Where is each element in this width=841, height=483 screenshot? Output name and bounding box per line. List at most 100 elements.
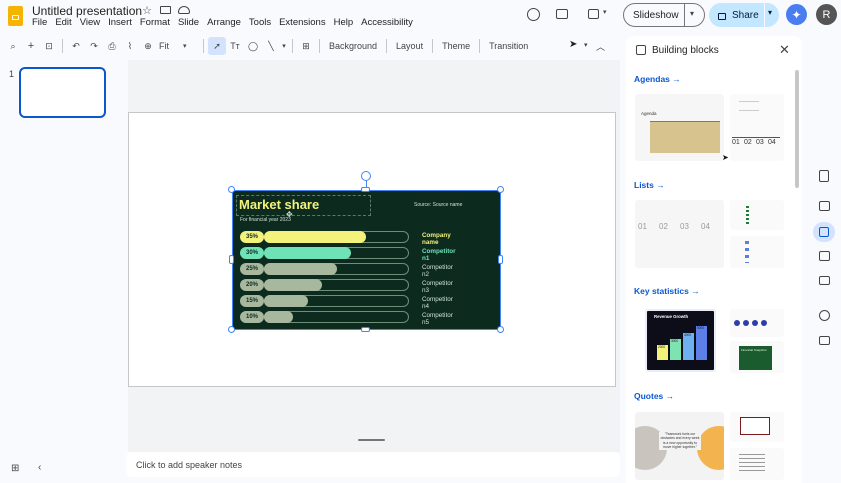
lists-thumbnail-alt2[interactable] xyxy=(730,236,784,268)
search-menus-icon[interactable]: ⌕ xyxy=(4,37,22,55)
section-lists[interactable]: Lists → xyxy=(634,180,665,190)
share-label: Share xyxy=(732,9,759,21)
new-slide-dropdown-icon[interactable]: ⊡ xyxy=(40,37,58,55)
meet-side-icon[interactable] xyxy=(819,336,830,345)
menu-file[interactable]: File xyxy=(32,17,47,28)
agenda-thumbnail-alt[interactable]: 01 02 03 04 xyxy=(730,94,784,161)
resize-handle[interactable] xyxy=(361,327,370,332)
grid-view-icon[interactable]: ⊞ xyxy=(11,463,19,474)
stats-value: 2000 xyxy=(658,345,666,349)
menu-view[interactable]: View xyxy=(80,17,100,28)
layout-button[interactable]: Layout xyxy=(391,37,428,55)
transition-button[interactable]: Transition xyxy=(484,37,533,55)
collapse-toolbar-icon[interactable]: ︿ xyxy=(596,40,605,53)
agenda-number: 03 xyxy=(756,139,764,146)
notes-resize-handle[interactable] xyxy=(358,439,385,441)
keep-icon[interactable] xyxy=(819,170,829,182)
row-label: Competitor n3 xyxy=(422,280,453,294)
panel-title: Building blocks xyxy=(652,45,719,56)
agenda-thumb-table xyxy=(650,121,720,153)
resize-handle[interactable] xyxy=(361,187,370,192)
print-icon[interactable]: ⎙ xyxy=(103,37,121,55)
lists-thumbnail[interactable]: 01 02 03 04 xyxy=(635,200,724,268)
star-icon[interactable]: ☆ xyxy=(141,4,153,17)
section-label: Key statistics xyxy=(634,286,689,296)
quotes-thumbnail[interactable]: "Teamwork fuels our obstacles and every … xyxy=(635,412,724,480)
building-blocks-side-active[interactable] xyxy=(813,222,835,242)
stats-thumbnail-alt2[interactable]: Financial Snapshot xyxy=(730,341,784,373)
lists-thumbnail-alt[interactable] xyxy=(730,200,784,230)
cloud-status-icon[interactable] xyxy=(178,6,190,14)
resize-handle[interactable] xyxy=(497,326,504,333)
theme-button[interactable]: Theme xyxy=(437,37,475,55)
undo-icon[interactable]: ↶ xyxy=(67,37,85,55)
agenda-thumbnail[interactable]: Agenda xyxy=(635,94,724,161)
bar-fill xyxy=(264,279,322,291)
speaker-notes[interactable]: Click to add speaker notes xyxy=(126,452,620,477)
folder-icon[interactable] xyxy=(160,6,171,14)
meet-dropdown-icon[interactable]: ▾ xyxy=(603,8,607,16)
menu-arrange[interactable]: Arrange xyxy=(207,17,241,28)
drive-folder-icon[interactable] xyxy=(819,276,830,285)
background-button[interactable]: Background xyxy=(324,37,382,55)
calendar-icon[interactable] xyxy=(819,251,830,261)
document-title[interactable]: Untitled presentation xyxy=(32,4,142,18)
pointer-mode-dropdown-icon[interactable]: ▾ xyxy=(584,41,588,49)
stats-thumbnail[interactable]: Revenue Growth 2000 3000 4000 5000 xyxy=(645,309,716,372)
new-slide-icon[interactable]: + xyxy=(22,37,40,55)
comments-icon[interactable] xyxy=(556,9,568,19)
menu-slide[interactable]: Slide xyxy=(178,17,199,28)
slideshow-dropdown-icon[interactable]: ▾ xyxy=(690,9,694,18)
shape-icon[interactable]: ◯ xyxy=(244,37,262,55)
history-icon[interactable] xyxy=(527,8,540,21)
select-cursor-icon[interactable]: ➚ xyxy=(208,37,226,55)
rotate-handle-icon[interactable] xyxy=(361,171,371,181)
section-key-statistics[interactable]: Key statistics → xyxy=(634,286,700,296)
app-logo-icon[interactable] xyxy=(8,6,23,26)
paint-format-icon[interactable]: ⌇ xyxy=(121,37,139,55)
menu-tools[interactable]: Tools xyxy=(249,17,271,28)
menu-format[interactable]: Format xyxy=(140,17,170,28)
menu-extensions[interactable]: Extensions xyxy=(279,17,325,28)
meet-icon[interactable] xyxy=(588,9,599,19)
pointer-mode-icon[interactable]: ➤ xyxy=(569,39,577,50)
list-number: 02 xyxy=(659,222,668,231)
close-panel-icon[interactable]: ✕ xyxy=(779,42,790,58)
add-comment-icon[interactable]: ⊞ xyxy=(297,37,315,55)
collapse-filmstrip-icon[interactable]: ‹ xyxy=(38,462,41,473)
avatar[interactable]: R xyxy=(816,4,837,25)
resize-handle[interactable] xyxy=(229,255,234,264)
slideshow-button[interactable]: Slideshow ▾ xyxy=(623,3,705,27)
share-button[interactable]: Share ▾ xyxy=(709,3,779,27)
section-quotes[interactable]: Quotes → xyxy=(634,391,674,401)
panel-scrollbar[interactable] xyxy=(795,70,799,188)
menu-help[interactable]: Help xyxy=(334,17,354,28)
section-agendas[interactable]: Agendas → xyxy=(634,74,681,84)
stats-thumbnail-alt[interactable] xyxy=(730,309,784,337)
resize-handle[interactable] xyxy=(497,186,504,193)
line-dropdown-icon[interactable]: ▾ xyxy=(280,37,288,55)
menu-insert[interactable]: Insert xyxy=(108,17,132,28)
resize-handle[interactable] xyxy=(228,326,235,333)
resize-handle[interactable] xyxy=(228,186,235,193)
menu-edit[interactable]: Edit xyxy=(55,17,71,28)
zoom-select[interactable]: Fit ▾ xyxy=(157,37,199,55)
record-icon[interactable] xyxy=(819,310,830,321)
agenda-alt-rule xyxy=(732,137,780,138)
share-dropdown-icon[interactable]: ▾ xyxy=(768,8,772,17)
zoom-icon[interactable]: ⊕ xyxy=(139,37,157,55)
line-icon[interactable]: ╲ xyxy=(262,37,280,55)
row-label: Competitor n2 xyxy=(422,264,453,278)
text-box-icon[interactable]: Tт xyxy=(226,37,244,55)
tasks-icon[interactable] xyxy=(819,201,830,211)
gemini-icon[interactable]: ✦ xyxy=(786,4,807,25)
quotes-thumbnail-alt[interactable] xyxy=(730,412,784,442)
bar-fill xyxy=(264,231,366,243)
slide-thumbnail[interactable] xyxy=(19,67,106,118)
quotes-thumbnail-alt2[interactable] xyxy=(730,448,784,480)
redo-icon[interactable]: ↷ xyxy=(85,37,103,55)
resize-handle[interactable] xyxy=(498,255,503,264)
menu-accessibility[interactable]: Accessibility xyxy=(361,17,413,28)
arrow-right-icon: → xyxy=(672,74,681,84)
slide-content-group[interactable]: Market share For financial year 2023 Sou… xyxy=(232,190,501,330)
